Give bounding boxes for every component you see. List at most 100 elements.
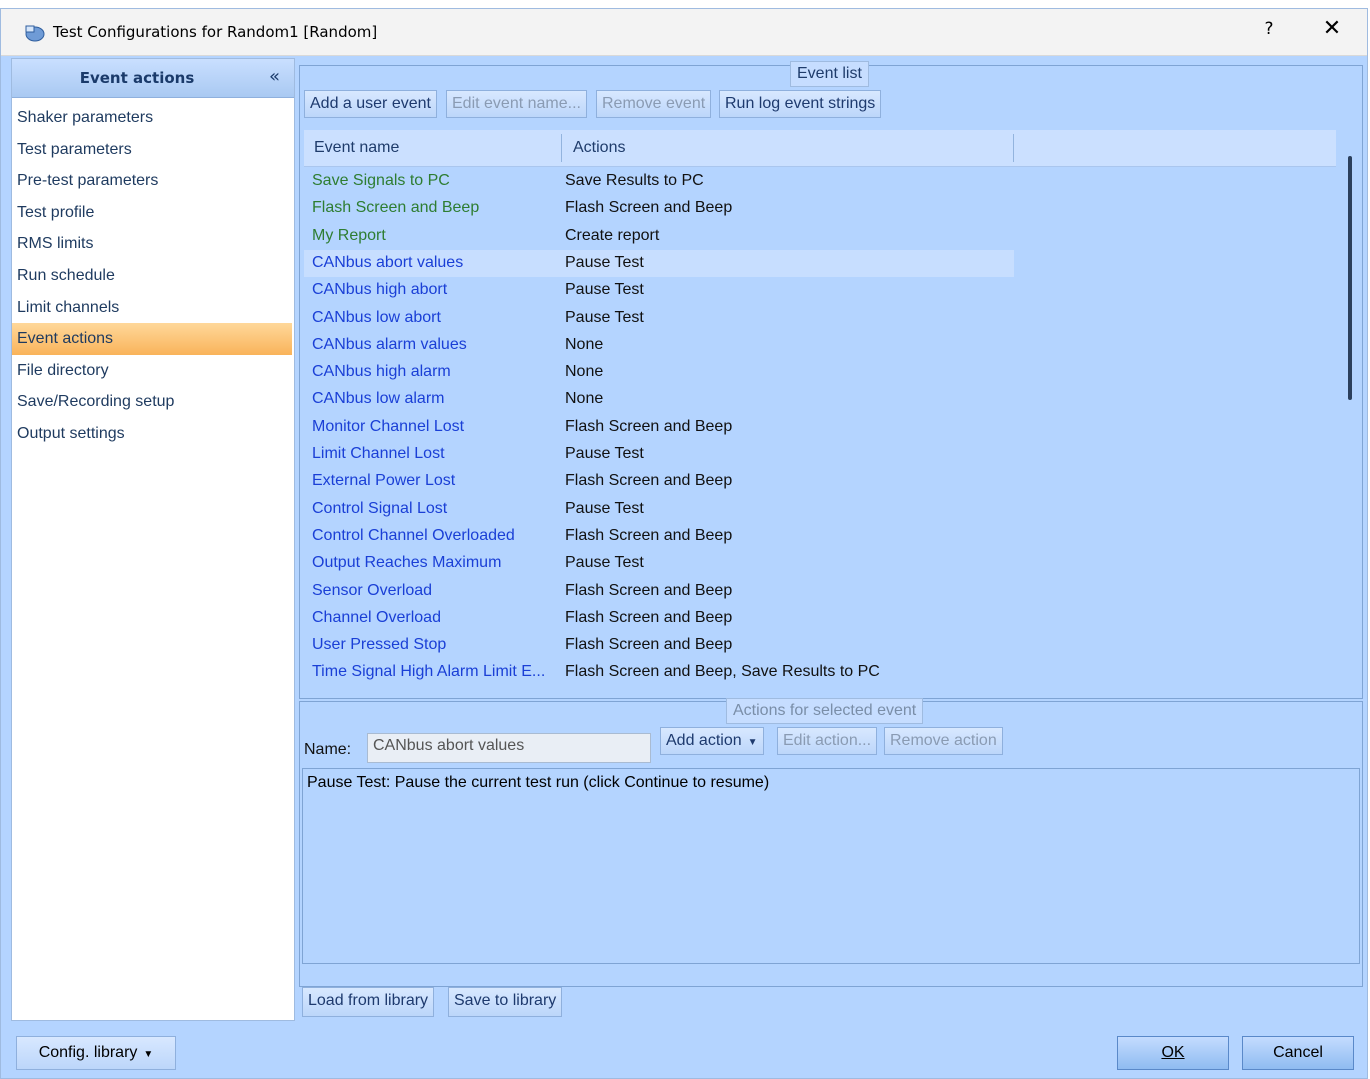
collapse-icon[interactable]: « <box>269 66 280 87</box>
run-log-event-strings-button[interactable]: Run log event strings <box>719 90 882 118</box>
column-separator[interactable] <box>561 134 562 162</box>
table-row[interactable]: CANbus high alarm None <box>304 359 1014 386</box>
nav-item[interactable]: Test parameters <box>12 134 294 166</box>
add-action-dropdown[interactable]: Add action ▼ <box>660 727 764 755</box>
table-row[interactable]: Monitor Channel Lost Flash Screen and Bee… <box>304 414 1014 441</box>
nav-item[interactable]: Save/Recording setup <box>12 386 294 418</box>
event-list-table[interactable]: Event name Actions Save Signals to PC Sav… <box>304 130 1336 698</box>
event-name-cell: User Pressed Stop <box>312 636 447 654</box>
event-action-cell: Create report <box>565 226 660 244</box>
action-description: Pause Test: Pause the current test run (… <box>302 768 1360 964</box>
nav-item[interactable]: Pre-test parameters <box>12 165 294 197</box>
cancel-button[interactable]: Cancel <box>1242 1036 1354 1070</box>
nav-item[interactable]: Test profile <box>12 197 294 229</box>
event-name-cell: Flash Screen and Beep <box>312 199 480 217</box>
table-row[interactable]: Limit Channel Lost Pause Test <box>304 441 1014 468</box>
table-row[interactable]: User Pressed Stop Flash Screen and Beep <box>304 632 1014 659</box>
event-action-cell: Pause Test <box>565 253 644 271</box>
edit-action-button[interactable]: Edit action... <box>777 727 878 755</box>
save-to-library-button[interactable]: Save to library <box>448 987 563 1017</box>
event-name-field[interactable]: CANbus abort values <box>367 733 651 763</box>
ok-label: OK <box>1161 1044 1185 1061</box>
help-button[interactable]: ? <box>1259 19 1279 39</box>
table-row[interactable]: CANbus low alarm None <box>304 386 1014 413</box>
nav-item[interactable]: Limit channels <box>12 292 294 324</box>
event-action-cell: Flash Screen and Beep <box>565 199 733 217</box>
event-name-cell: CANbus abort values <box>312 253 464 271</box>
table-row[interactable]: CANbus low abort Pause Test <box>304 305 1014 332</box>
scrollbar-thumb[interactable] <box>1348 156 1352 400</box>
nav-panel: Event actions « Shaker parameters Test pa… <box>11 58 295 1021</box>
table-row[interactable]: Flash Screen and Beep Flash Screen and Be… <box>304 195 1014 222</box>
config-library-dropdown[interactable]: Config. library ▼ <box>16 1036 176 1070</box>
column-actions[interactable]: Actions <box>573 139 625 157</box>
event-name-cell: CANbus low abort <box>312 308 441 326</box>
chevron-down-icon: ▼ <box>143 1049 154 1060</box>
table-row[interactable]: Output Reaches Maximum Pause Test <box>304 550 1014 577</box>
event-list-caption: Event list <box>790 61 869 87</box>
event-action-cell: Pause Test <box>565 554 644 572</box>
table-row[interactable]: Control Channel Overloaded Flash Screen a… <box>304 523 1014 550</box>
remove-action-button[interactable]: Remove action <box>884 727 1003 755</box>
nav-item[interactable]: Run schedule <box>12 260 294 292</box>
table-row[interactable]: CANbus alarm values None <box>304 332 1014 359</box>
table-row[interactable]: Control Signal Lost Pause Test <box>304 496 1014 523</box>
table-row[interactable]: External Power Lost Flash Screen and Beep <box>304 468 1014 495</box>
event-name-cell: My Report <box>312 226 386 244</box>
event-action-cell: None <box>565 335 604 353</box>
event-name-cell: Output Reaches Maximum <box>312 554 502 572</box>
event-action-cell: Flash Screen and Beep <box>565 472 733 490</box>
event-name-cell: Save Signals to PC <box>312 172 450 189</box>
event-action-cell: Pause Test <box>565 445 644 462</box>
table-row[interactable]: CANbus abort values Pause Test <box>304 249 1014 277</box>
table-row[interactable]: Channel Overload Flash Screen and Beep <box>304 605 1014 632</box>
event-action-cell: None <box>565 390 604 408</box>
table-row[interactable]: CANbus high abort Pause Test <box>304 277 1014 304</box>
name-label: Name: <box>304 741 352 758</box>
event-action-cell: Pause Test <box>565 499 644 517</box>
nav-item[interactable]: File directory <box>12 355 294 387</box>
event-name-cell: Sensor Overload <box>312 581 433 599</box>
chevron-down-icon: ▼ <box>747 737 758 748</box>
event-action-cell: Flash Screen and Beep <box>565 608 733 626</box>
load-from-library-button[interactable]: Load from library <box>302 987 435 1017</box>
column-event-name[interactable]: Event name <box>314 139 399 157</box>
event-action-cell: None <box>565 363 604 381</box>
remove-event-button[interactable]: Remove event <box>596 90 712 118</box>
event-action-cell: Flash Screen and Beep <box>565 526 733 544</box>
nav-list: Shaker parameters Test parameters Pre-test… <box>12 98 294 450</box>
event-name-cell: CANbus high alarm <box>312 363 451 381</box>
nav-item[interactable]: Event actions <box>12 323 292 355</box>
event-action-cell: Flash Screen and Beep <box>565 636 733 654</box>
dialog-window: Test Configurations for Random1 [Random]… <box>0 8 1368 1079</box>
selected-event-caption: Actions for selected event <box>726 698 924 724</box>
nav-item[interactable]: RMS limits <box>12 228 294 260</box>
event-name-cell: Monitor Channel Lost <box>312 417 465 435</box>
event-name-cell: External Power Lost <box>312 472 456 490</box>
event-name-cell: Control Signal Lost <box>312 499 448 517</box>
event-action-cell: Save Results to PC <box>565 172 704 189</box>
table-row[interactable]: Save Signals to PC Save Results to PC <box>304 168 1014 195</box>
event-action-cell: Flash Screen and Beep, Save Results to P… <box>565 663 880 681</box>
event-action-cell: Flash Screen and Beep <box>565 417 733 435</box>
table-row[interactable]: My Report Create report <box>304 223 1014 250</box>
event-name-cell: CANbus high abort <box>312 281 448 299</box>
window-title: Test Configurations for Random1 [Random] <box>53 23 378 41</box>
title-bar: Test Configurations for Random1 [Random]… <box>1 9 1367 56</box>
add-action-label: Add action <box>666 732 742 749</box>
nav-item[interactable]: Output settings <box>12 418 294 450</box>
table-row[interactable]: Time Signal High Alarm Limit E... Flash S… <box>304 659 1014 686</box>
event-name-cell: Control Channel Overloaded <box>312 526 515 544</box>
edit-event-name-button[interactable]: Edit event name... <box>446 90 587 118</box>
nav-header: Event actions « <box>12 59 294 98</box>
add-user-event-button[interactable]: Add a user event <box>304 90 437 118</box>
column-separator[interactable] <box>1013 134 1014 162</box>
event-name-cell: CANbus alarm values <box>312 335 467 353</box>
table-row[interactable]: Sensor Overload Flash Screen and Beep <box>304 578 1014 605</box>
nav-item[interactable]: Shaker parameters <box>12 102 294 134</box>
close-button[interactable]: ✕ <box>1317 16 1347 41</box>
ok-button[interactable]: OK <box>1117 1036 1229 1070</box>
nav-header-title: Event actions <box>79 69 195 87</box>
event-name-cell: CANbus low alarm <box>312 390 445 408</box>
app-icon <box>25 25 45 42</box>
